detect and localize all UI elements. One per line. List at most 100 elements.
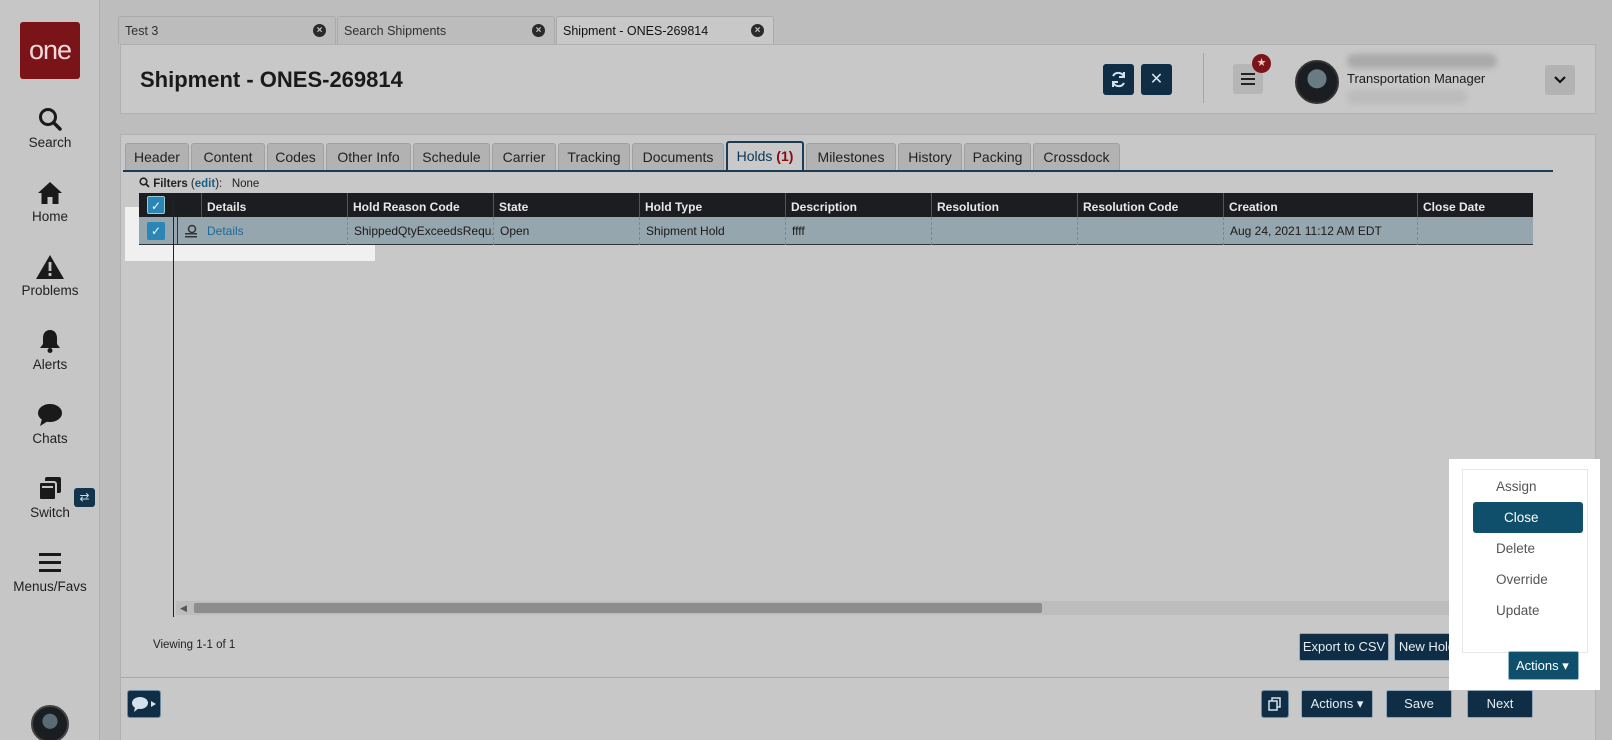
cell-state: Open bbox=[493, 217, 639, 245]
tab-holds[interactable]: Holds (1) bbox=[726, 141, 804, 170]
tab-shipment-ones-269814[interactable]: Shipment - ONES-269814 × bbox=[556, 16, 774, 44]
tabs-underline bbox=[123, 170, 1553, 172]
nav-problems[interactable]: Problems bbox=[0, 254, 100, 298]
redacted-user-name bbox=[1347, 54, 1497, 68]
row-checkbox[interactable]: ✓ bbox=[147, 222, 165, 240]
switch-arrows-icon[interactable]: ⇄ bbox=[74, 488, 95, 507]
cell-creation: Aug 24, 2021 11:12 AM EDT bbox=[1223, 217, 1417, 245]
left-nav-rail: one Search Home Problems Alerts Chats Sw… bbox=[0, 0, 100, 740]
actions-button-label: Actions bbox=[1516, 658, 1559, 673]
nav-home[interactable]: Home bbox=[0, 180, 100, 224]
col-resolution-code[interactable]: Resolution Code bbox=[1077, 193, 1223, 217]
row-map-pin-icon[interactable] bbox=[177, 217, 201, 245]
user-avatar[interactable] bbox=[1295, 60, 1339, 104]
col-state[interactable]: State bbox=[493, 193, 639, 217]
col-hold-reason-code[interactable]: Hold Reason Code bbox=[347, 193, 493, 217]
tab-schedule[interactable]: Schedule bbox=[413, 143, 490, 170]
filters-edit-link[interactable]: edit bbox=[195, 178, 215, 190]
nav-switch-label: Switch bbox=[30, 505, 70, 520]
header-divider bbox=[1203, 53, 1204, 103]
scroll-left-icon[interactable]: ◀ bbox=[180, 603, 187, 614]
filters-value: None bbox=[231, 178, 260, 190]
tab-label: Shipment - ONES-269814 bbox=[563, 24, 709, 38]
close-button[interactable]: ✕ bbox=[1141, 64, 1172, 95]
user-menu-dropdown[interactable] bbox=[1545, 65, 1575, 95]
col-resolution[interactable]: Resolution bbox=[931, 193, 1077, 217]
close-tab-icon[interactable]: × bbox=[532, 24, 545, 37]
actions-bottom-label: Actions bbox=[1310, 696, 1354, 711]
user-role: Transportation Manager bbox=[1347, 71, 1486, 86]
tab-codes[interactable]: Codes bbox=[267, 143, 324, 170]
tab-crossdock[interactable]: Crossdock bbox=[1033, 143, 1120, 170]
chat-button[interactable] bbox=[127, 690, 161, 718]
filters-bar: Filters (edit): None bbox=[139, 177, 259, 190]
nav-menus-favs-label: Menus/Favs bbox=[13, 579, 87, 594]
nav-search[interactable]: Search bbox=[0, 106, 100, 150]
menu-item-delete[interactable]: Delete bbox=[1463, 533, 1587, 564]
chat-icon bbox=[38, 404, 62, 426]
grid-frozen-divider bbox=[173, 197, 174, 617]
save-button[interactable]: Save bbox=[1386, 690, 1452, 718]
col-hold-type[interactable]: Hold Type bbox=[639, 193, 785, 217]
col-close-date[interactable]: Close Date bbox=[1417, 193, 1533, 217]
nav-chats[interactable]: Chats bbox=[0, 402, 100, 446]
horizontal-scrollbar[interactable]: ◀ bbox=[176, 601, 1546, 615]
export-csv-button[interactable]: Export to CSV bbox=[1299, 633, 1389, 661]
cell-resolution bbox=[931, 217, 1077, 245]
tab-content[interactable]: Content bbox=[191, 143, 265, 170]
warning-icon bbox=[36, 255, 64, 279]
map-pin-icon bbox=[185, 224, 197, 238]
bell-icon bbox=[40, 330, 60, 353]
cell-hold-type: Shipment Hold bbox=[639, 217, 785, 245]
nav-alerts-label: Alerts bbox=[32, 357, 68, 372]
tab-label: Test 3 bbox=[125, 24, 159, 38]
refresh-button[interactable] bbox=[1103, 64, 1134, 95]
menu-item-update[interactable]: Update bbox=[1463, 595, 1587, 626]
tab-packing[interactable]: Packing bbox=[964, 143, 1031, 170]
tab-header[interactable]: Header bbox=[125, 143, 189, 170]
tab-history[interactable]: History bbox=[898, 143, 962, 170]
close-tab-icon[interactable]: × bbox=[751, 24, 764, 37]
tab-other-info[interactable]: Other Info bbox=[326, 143, 411, 170]
star-icon[interactable]: ★ bbox=[1252, 54, 1271, 73]
actions-dropdown-menu: Assign Close Delete Override Update bbox=[1462, 469, 1588, 653]
tab-documents[interactable]: Documents bbox=[632, 143, 724, 170]
menu-item-assign[interactable]: Assign bbox=[1463, 471, 1587, 502]
actions-button[interactable]: Actions ▾ bbox=[1508, 651, 1579, 680]
tab-tracking[interactable]: Tracking bbox=[558, 143, 630, 170]
home-icon bbox=[38, 182, 62, 204]
menu-item-override[interactable]: Override bbox=[1463, 564, 1587, 595]
select-all-checkbox[interactable]: ✓ bbox=[147, 196, 165, 214]
tab-holds-label: Holds bbox=[736, 148, 773, 164]
tab-carrier[interactable]: Carrier bbox=[492, 143, 556, 170]
user-avatar-small[interactable] bbox=[31, 705, 69, 740]
nav-home-label: Home bbox=[31, 209, 68, 224]
chevron-down-icon bbox=[1554, 76, 1566, 84]
nav-menus-favs[interactable]: Menus/Favs bbox=[0, 550, 100, 594]
switch-icon bbox=[38, 477, 61, 501]
nav-alerts[interactable]: Alerts bbox=[0, 328, 100, 372]
details-link[interactable]: Details bbox=[201, 217, 347, 245]
col-creation[interactable]: Creation bbox=[1223, 193, 1417, 217]
chat-bubbles-icon bbox=[132, 697, 156, 712]
close-tab-icon[interactable]: × bbox=[313, 24, 326, 37]
next-button[interactable]: Next bbox=[1467, 690, 1533, 718]
menu-icon bbox=[39, 553, 61, 572]
tab-search-shipments[interactable]: Search Shipments × bbox=[337, 16, 555, 44]
actions-bottom-button[interactable]: Actions ▾ bbox=[1301, 690, 1373, 718]
copy-button[interactable] bbox=[1261, 690, 1289, 718]
table-row[interactable]: ✓ Details ShippedQtyExceedsRequ... Open … bbox=[139, 217, 1533, 245]
nav-search-label: Search bbox=[28, 135, 72, 150]
col-details[interactable]: Details bbox=[201, 193, 347, 217]
cell-resolution-code bbox=[1077, 217, 1223, 245]
cell-description: ffff bbox=[785, 217, 931, 245]
copy-icon bbox=[1268, 697, 1281, 711]
col-description[interactable]: Description bbox=[785, 193, 931, 217]
nav-chats-label: Chats bbox=[32, 431, 68, 446]
menu-item-close[interactable]: Close bbox=[1473, 502, 1583, 533]
redacted-user-info bbox=[1347, 90, 1467, 104]
tab-test-3[interactable]: Test 3 × bbox=[118, 16, 336, 44]
tab-milestones[interactable]: Milestones bbox=[806, 143, 896, 170]
one-logo[interactable]: one bbox=[20, 22, 80, 79]
scrollbar-thumb[interactable] bbox=[194, 603, 1042, 613]
